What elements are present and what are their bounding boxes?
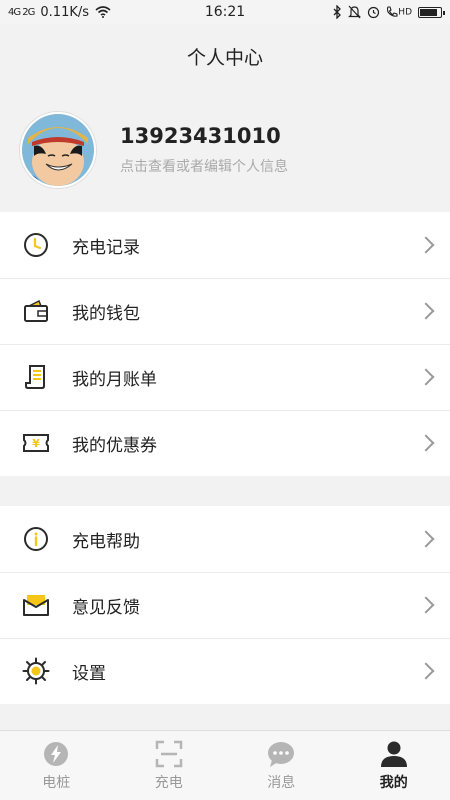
page-header: 个人中心 — [0, 24, 450, 88]
status-left: 4G 2G 0.11K/s — [8, 5, 111, 20]
chevron-right-icon — [417, 434, 435, 452]
network-speed: 0.11K/s — [40, 4, 90, 20]
tab-label: 我的 — [379, 774, 408, 791]
profile-card[interactable]: 13923431010 点击查看或者编辑个人信息 — [0, 88, 450, 212]
menu-label: 我的钱包 — [72, 303, 140, 324]
mute-bell-icon — [348, 5, 362, 19]
tab-label: 电桩 — [42, 774, 71, 791]
menu-item-feedback[interactable]: 意见反馈 — [0, 572, 450, 638]
scan-icon — [155, 740, 182, 767]
menu-label: 我的月账单 — [72, 369, 157, 390]
chevron-right-icon — [417, 662, 435, 680]
person-icon — [380, 741, 407, 767]
tab-charge[interactable]: 充电 — [113, 731, 226, 800]
chevron-right-icon — [417, 596, 435, 614]
menu-item-monthly-bill[interactable]: 我的月账单 — [0, 344, 450, 410]
menu-label: 设置 — [72, 663, 106, 684]
hd-call-icon: HD — [386, 6, 412, 18]
tab-label: 充电 — [154, 774, 183, 791]
message-icon — [268, 741, 295, 767]
alarm-icon — [368, 6, 380, 19]
wallet-icon — [22, 297, 50, 325]
info-icon — [22, 525, 50, 553]
menu-group-help: 充电帮助 意见反馈 设置 — [0, 506, 450, 704]
coupon-icon: ¥ — [22, 429, 50, 457]
menu-label: 意见反馈 — [72, 597, 140, 618]
menu-label: 我的优惠券 — [72, 435, 157, 456]
tab-messages[interactable]: 消息 — [225, 731, 338, 800]
status-bar: 4G 2G 0.11K/s HD — [0, 0, 450, 24]
menu-group-records: 充电记录 我的钱包 我的月账单 ¥ 我的优惠券 — [0, 212, 450, 476]
menu-item-coupons[interactable]: ¥ 我的优惠券 — [0, 410, 450, 476]
settings-gear-icon — [22, 657, 50, 685]
menu-label: 充电帮助 — [72, 531, 140, 552]
menu-label: 充电记录 — [72, 237, 140, 258]
status-right: HD — [332, 5, 445, 19]
menu-item-settings[interactable]: 设置 — [0, 638, 450, 704]
svg-text:¥: ¥ — [32, 437, 40, 450]
bluetooth-icon — [333, 5, 342, 19]
avatar-image — [22, 114, 94, 186]
tab-label: 消息 — [267, 774, 296, 791]
chevron-right-icon — [417, 368, 435, 386]
bill-icon — [22, 363, 50, 391]
chevron-right-icon — [417, 530, 435, 548]
tab-mine[interactable]: 我的 — [338, 731, 450, 800]
battery-icon — [418, 6, 445, 18]
signal-icon: 4G 2G — [8, 6, 35, 18]
feedback-mail-icon — [22, 591, 50, 619]
profile-phone: 13923431010 — [120, 124, 281, 148]
charging-pile-icon — [44, 741, 69, 766]
wifi-icon — [95, 6, 111, 18]
hd-label: HD — [398, 7, 412, 18]
profile-hint: 点击查看或者编辑个人信息 — [120, 159, 288, 175]
clock-icon — [22, 231, 50, 259]
menu-item-charge-records[interactable]: 充电记录 — [0, 212, 450, 278]
chevron-right-icon — [417, 302, 435, 320]
menu-item-charge-help[interactable]: 充电帮助 — [0, 506, 450, 572]
tab-charging-pile[interactable]: 电桩 — [0, 731, 113, 800]
profile-info: 13923431010 点击查看或者编辑个人信息 — [120, 124, 288, 176]
menu-item-wallet[interactable]: 我的钱包 — [0, 278, 450, 344]
bottom-tab-bar: 电桩 充电 消息 我的 — [0, 730, 450, 800]
chevron-right-icon — [417, 236, 435, 254]
page-title: 个人中心 — [186, 46, 263, 69]
avatar[interactable] — [20, 112, 96, 188]
